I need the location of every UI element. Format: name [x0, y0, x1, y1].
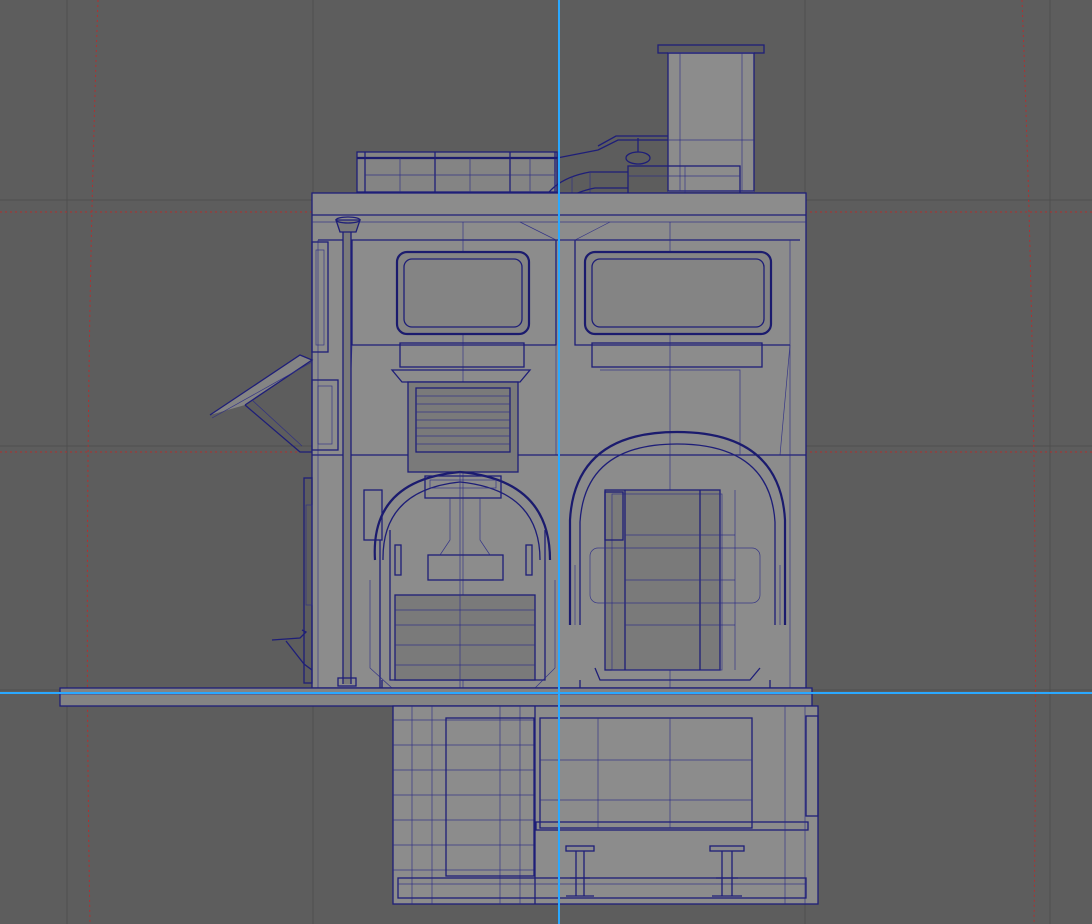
viewport-canvas[interactable] — [0, 0, 1092, 924]
basement-level[interactable] — [392, 705, 819, 905]
building-model[interactable] — [59, 44, 819, 905]
3d-viewport[interactable] — [0, 0, 1092, 924]
awning[interactable] — [209, 354, 314, 453]
wall-bracket — [271, 629, 313, 671]
